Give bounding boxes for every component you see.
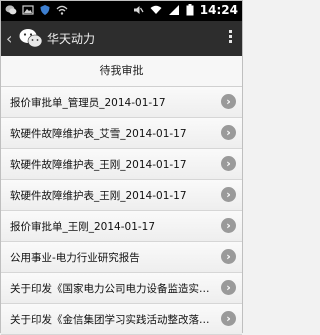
chevron-right-icon: › [221, 94, 236, 109]
wifi-signal-icon [150, 5, 162, 14]
chevron-right-icon: › [221, 187, 236, 202]
list-item-label: 报价审批单_管理员_2014-01-17 [10, 97, 166, 109]
chevron-right-icon: › [221, 218, 236, 233]
wechat-icon[interactable] [19, 27, 43, 49]
title-bar: ‹ 华天动力 [1, 21, 242, 56]
list-item-label: 关于印发《国家电力公司电力设备监造实施... [10, 283, 215, 295]
chevron-right-icon: › [221, 311, 236, 326]
list-item[interactable]: 公用事业-电力行业研究报告 › [1, 242, 242, 273]
image-icon [22, 5, 34, 15]
list-item-label: 报价审批单_王刚_2014-01-17 [10, 221, 156, 233]
list-item[interactable]: 软硬件故障维护表_王刚_2014-01-17 › [1, 180, 242, 211]
list-item-label: 关于印发《金信集团学习实践活动整改落实... [10, 314, 215, 326]
list-item-label: 软硬件故障维护表_王刚_2014-01-17 [10, 159, 187, 171]
page-title: 华天动力 [47, 32, 96, 46]
list-item[interactable]: 报价审批单_管理员_2014-01-17 › [1, 87, 242, 118]
chevron-right-icon: › [221, 249, 236, 264]
overflow-menu-icon[interactable] [229, 30, 232, 45]
list-item-label: 软硬件故障维护表_艾雪_2014-01-17 [10, 128, 187, 140]
wifi-icon [56, 5, 68, 15]
list-item-label: 公用事业-电力行业研究报告 [10, 252, 140, 264]
list-header: 待我审批 [1, 56, 242, 87]
cell-signal-icon [168, 5, 179, 15]
list-item[interactable]: 关于印发《金信集团学习实践活动整改落实... › [1, 304, 242, 335]
shield-icon [40, 5, 50, 15]
status-bar: 14:24 [1, 1, 242, 21]
mute-icon [133, 6, 144, 14]
back-button[interactable]: ‹ [6, 29, 12, 48]
battery-icon [186, 4, 194, 16]
wechat-notification-icon [5, 5, 17, 15]
chevron-right-icon: › [221, 280, 236, 295]
clock: 14:24 [199, 3, 238, 17]
list-item[interactable]: 关于印发《国家电力公司电力设备监造实施... › [1, 273, 242, 304]
chevron-right-icon: › [221, 156, 236, 171]
approval-list: 待我审批 报价审批单_管理员_2014-01-17 › 软硬件故障维护表_艾雪_… [1, 56, 242, 335]
list-item[interactable]: 报价审批单_王刚_2014-01-17 › [1, 211, 242, 242]
list-item[interactable]: 软硬件故障维护表_王刚_2014-01-17 › [1, 149, 242, 180]
list-item[interactable]: 软硬件故障维护表_艾雪_2014-01-17 › [1, 118, 242, 149]
chevron-right-icon: › [221, 125, 236, 140]
list-item-label: 软硬件故障维护表_王刚_2014-01-17 [10, 190, 187, 202]
